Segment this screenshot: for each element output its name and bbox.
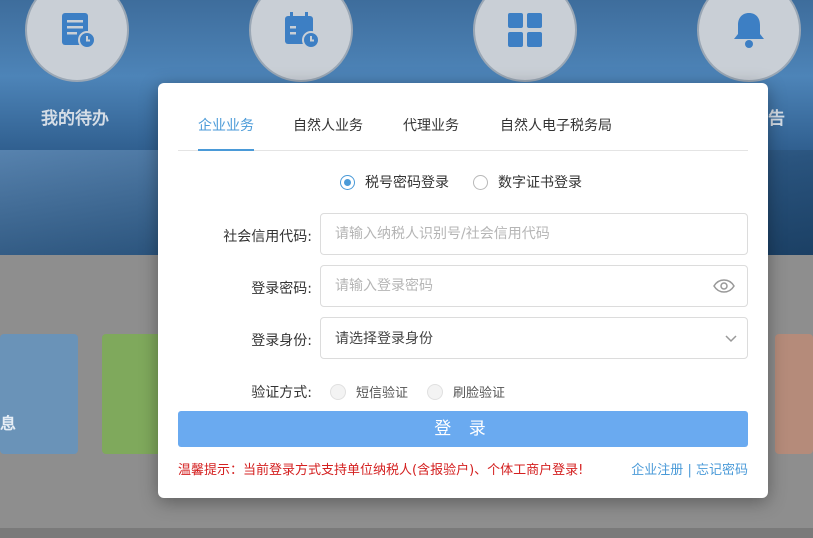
link-separator: |: [687, 463, 692, 478]
verify-sms-label: 短信验证: [356, 386, 409, 401]
chevron-down-icon[interactable]: [725, 335, 737, 343]
radio-icon[interactable]: [427, 383, 443, 400]
service-tile[interactable]: [775, 334, 813, 454]
footer-links: 企业注册 | 忘记密码: [631, 459, 748, 478]
login-method-certificate[interactable]: 数字证书登录: [473, 172, 582, 192]
service-tile[interactable]: [0, 334, 78, 454]
eye-icon[interactable]: [713, 279, 735, 293]
identity-select-value: 请选择登录身份: [335, 331, 433, 347]
verify-face[interactable]: 刷脸验证: [427, 382, 505, 401]
password-label: 登录密码:: [251, 281, 312, 297]
login-method-certificate-label: 数字证书登录: [498, 175, 582, 191]
tile-label: 息: [0, 414, 17, 433]
verify-face-label: 刷脸验证: [453, 386, 506, 401]
page-footer-strip: [0, 528, 813, 538]
tab-agent[interactable]: 代理业务: [403, 109, 459, 151]
identity-label: 登录身份:: [251, 333, 312, 349]
todo-label: 我的待办: [41, 109, 109, 129]
register-link[interactable]: 企业注册: [631, 463, 683, 478]
login-button[interactable]: 登 录: [178, 411, 748, 447]
tab-enterprise[interactable]: 企业业务: [198, 109, 254, 151]
radio-checked-icon[interactable]: [340, 174, 355, 190]
credit-code-label: 社会信用代码:: [223, 229, 312, 245]
verify-label: 验证方式:: [251, 385, 312, 401]
notice-label: 告: [768, 109, 785, 129]
radio-icon[interactable]: [473, 174, 488, 190]
service-tile[interactable]: [102, 334, 162, 454]
verify-sms[interactable]: 短信验证: [330, 382, 408, 401]
credit-code-input[interactable]: [320, 213, 748, 255]
identity-select[interactable]: 请选择登录身份: [320, 317, 748, 359]
tab-individual[interactable]: 自然人业务: [293, 109, 363, 151]
forgot-password-link[interactable]: 忘记密码: [696, 463, 748, 478]
login-method-password[interactable]: 税号密码登录: [340, 172, 449, 192]
login-tip: 温馨提示：当前登录方式支持单位纳税人(含报验户)、个体工商户登录!: [178, 463, 584, 478]
password-input[interactable]: [320, 265, 748, 307]
tab-individual-etax[interactable]: 自然人电子税务局: [500, 109, 612, 151]
login-method-password-label: 税号密码登录: [365, 175, 449, 191]
radio-icon[interactable]: [330, 383, 346, 400]
login-dialog: 企业业务 自然人业务 代理业务 自然人电子税务局 税号密码登录 数字证书登录 社…: [158, 83, 768, 498]
login-tabs: 企业业务 自然人业务 代理业务 自然人电子税务局: [178, 109, 748, 151]
